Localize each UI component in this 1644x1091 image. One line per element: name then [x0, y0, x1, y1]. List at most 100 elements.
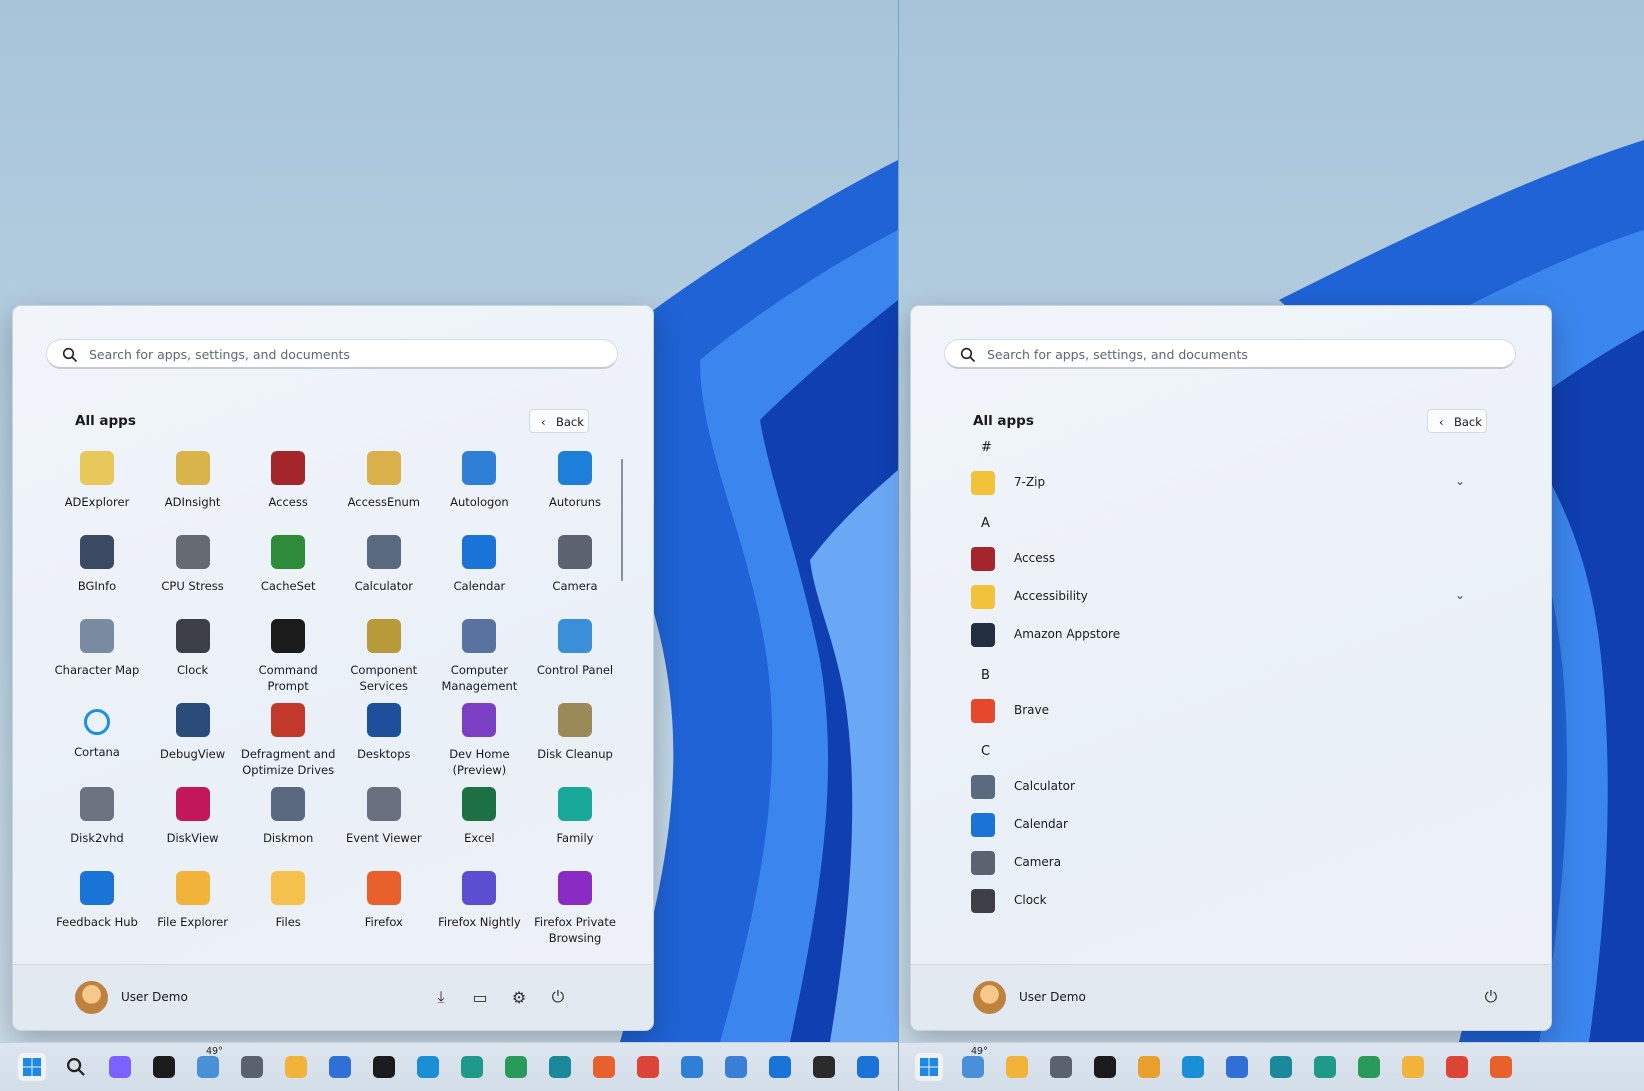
app-tile[interactable]: Component Services — [336, 619, 432, 703]
app-tile[interactable]: Access — [240, 451, 336, 535]
edge-canary-icon[interactable] — [546, 1053, 574, 1081]
edge-icon[interactable] — [414, 1053, 442, 1081]
app-tile[interactable]: CPU Stress — [145, 535, 241, 619]
notepad-icon[interactable] — [722, 1053, 750, 1081]
file-explorer-icon[interactable] — [1003, 1053, 1031, 1081]
list-item[interactable]: Calendar — [951, 807, 1471, 841]
edge-beta-icon[interactable] — [458, 1053, 486, 1081]
app-tile[interactable]: Control Panel — [527, 619, 623, 703]
app-tile[interactable]: ADInsight — [145, 451, 241, 535]
start-icon[interactable] — [18, 1053, 46, 1081]
store-icon[interactable] — [326, 1053, 354, 1081]
weather-icon[interactable] — [959, 1053, 987, 1081]
edge-beta-icon[interactable] — [1311, 1053, 1339, 1081]
scrollbar[interactable] — [621, 459, 623, 581]
back-button[interactable]: ‹ Back — [1427, 409, 1487, 433]
power-icon[interactable]: ⏻ — [1479, 985, 1503, 1009]
app-tile[interactable]: Disk2vhd — [49, 787, 145, 871]
edge-dev-icon[interactable] — [502, 1053, 530, 1081]
user-name[interactable]: User Demo — [121, 990, 188, 1004]
avatar[interactable] — [973, 981, 1006, 1014]
power-icon[interactable]: ⏻ — [546, 985, 570, 1009]
chrome-canary-icon[interactable] — [1399, 1053, 1427, 1081]
app-tile[interactable]: DiskView — [145, 787, 241, 871]
search-box[interactable]: Search for apps, settings, and documents — [46, 339, 618, 369]
terminal-icon[interactable] — [370, 1053, 398, 1081]
user-name[interactable]: User Demo — [1019, 990, 1086, 1004]
chevron-down-icon[interactable]: ⌄ — [1455, 474, 1465, 488]
app-tile[interactable]: Excel — [431, 787, 527, 871]
app-tile[interactable]: Defragment and Optimize Drives — [240, 703, 336, 787]
list-item[interactable]: Camera — [951, 845, 1471, 879]
app-tile[interactable]: Dev Home (Preview) — [431, 703, 527, 787]
app-tile[interactable]: Firefox Private Browsing — [527, 871, 623, 955]
app-tile[interactable]: Family — [527, 787, 623, 871]
tips-icon[interactable] — [766, 1053, 794, 1081]
search-box[interactable]: Search for apps, settings, and documents — [944, 339, 1516, 369]
start-icon[interactable] — [915, 1053, 943, 1081]
app-tile[interactable]: AccessEnum — [336, 451, 432, 535]
app-tile[interactable]: File Explorer — [145, 871, 241, 955]
back-button[interactable]: ‹ Back — [529, 409, 589, 433]
edge-dev-icon[interactable] — [1355, 1053, 1383, 1081]
copilot-icon[interactable] — [106, 1053, 134, 1081]
app-tile[interactable]: Files — [240, 871, 336, 955]
app-tile[interactable]: Desktops — [336, 703, 432, 787]
app-tile[interactable]: Autoruns — [527, 451, 623, 535]
app-tile[interactable]: Firefox Nightly — [431, 871, 527, 955]
photos-icon[interactable] — [678, 1053, 706, 1081]
app-tile[interactable]: DebugView — [145, 703, 241, 787]
store-icon[interactable] — [1223, 1053, 1251, 1081]
app-tile[interactable]: CacheSet — [240, 535, 336, 619]
chrome-icon[interactable] — [1443, 1053, 1471, 1081]
app-tile[interactable]: Calendar — [431, 535, 527, 619]
edge-canary-icon[interactable] — [1267, 1053, 1295, 1081]
firefox-icon[interactable] — [590, 1053, 618, 1081]
app-tile[interactable]: Firefox — [336, 871, 432, 955]
file-explorer-icon[interactable] — [282, 1053, 310, 1081]
settings-icon[interactable] — [1047, 1053, 1075, 1081]
list-item[interactable]: Accessibility ⌄ — [951, 579, 1471, 613]
settings-icon[interactable] — [238, 1053, 266, 1081]
avatar[interactable] — [75, 981, 108, 1014]
downloads-icon[interactable]: ⤓ — [429, 985, 453, 1009]
list-item[interactable]: Brave — [951, 693, 1471, 727]
app-tile[interactable]: Diskmon — [240, 787, 336, 871]
list-item[interactable]: Clock — [951, 883, 1471, 917]
chrome-icon[interactable] — [634, 1053, 662, 1081]
firefox-icon[interactable] — [1487, 1053, 1515, 1081]
section-letter[interactable]: B — [981, 668, 990, 683]
paint-icon[interactable] — [1135, 1053, 1163, 1081]
app-tile[interactable]: BGInfo — [49, 535, 145, 619]
section-letter[interactable]: C — [981, 744, 990, 759]
folder-icon[interactable]: ▭ — [468, 985, 492, 1009]
app-tile[interactable]: Camera — [527, 535, 623, 619]
edge-icon[interactable] — [1179, 1053, 1207, 1081]
settings-gear-icon[interactable]: ⚙ — [507, 985, 531, 1009]
app-tile[interactable]: Feedback Hub — [49, 871, 145, 955]
app-tile[interactable]: Autologon — [431, 451, 527, 535]
section-letter[interactable]: # — [981, 440, 992, 455]
chevron-down-icon[interactable]: ⌄ — [1455, 588, 1465, 602]
task-view-icon[interactable] — [150, 1053, 178, 1081]
app-tile[interactable]: Command Prompt — [240, 619, 336, 703]
terminal-icon[interactable] — [1091, 1053, 1119, 1081]
section-letter[interactable]: A — [981, 516, 990, 531]
app-tile[interactable]: ADExplorer — [49, 451, 145, 535]
app-tile[interactable]: Clock — [145, 619, 241, 703]
weather-icon[interactable] — [194, 1053, 222, 1081]
app-tile[interactable]: Event Viewer — [336, 787, 432, 871]
list-item[interactable]: Calculator — [951, 769, 1471, 803]
list-item[interactable]: 7-Zip ⌄ — [951, 465, 1471, 499]
app-tile[interactable]: Character Map — [49, 619, 145, 703]
list-item[interactable]: Access — [951, 541, 1471, 575]
calendar-icon[interactable] — [854, 1053, 882, 1081]
solitaire-icon[interactable] — [810, 1053, 838, 1081]
app-tile[interactable]: Cortana — [49, 703, 145, 787]
app-tile[interactable]: Disk Cleanup — [527, 703, 623, 787]
app-tile-label: File Explorer — [157, 915, 228, 929]
app-tile[interactable]: Calculator — [336, 535, 432, 619]
list-item[interactable]: Amazon Appstore — [951, 617, 1471, 651]
app-tile[interactable]: Computer Management — [431, 619, 527, 703]
search-icon[interactable] — [62, 1053, 90, 1081]
